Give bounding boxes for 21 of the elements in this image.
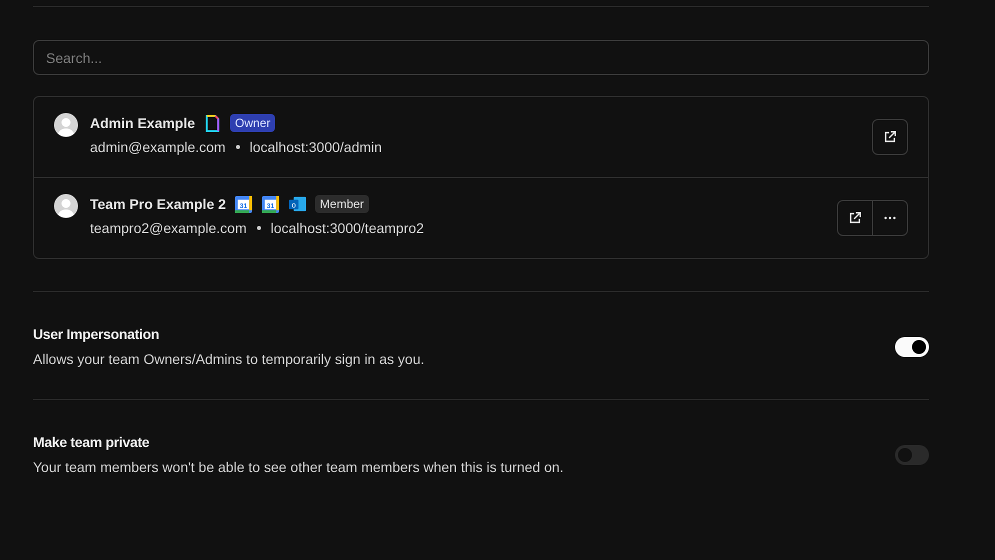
role-badge: Owner: [230, 114, 276, 132]
member-url: localhost:3000/admin: [250, 139, 382, 155]
avatar-icon: [54, 113, 78, 137]
setting-title: Make team private: [33, 434, 150, 450]
toggle-switch[interactable]: [895, 336, 929, 356]
setting-description: Allows your team Owners/Admins to temporarily sign in as you.: [33, 351, 424, 367]
search-field[interactable]: Search...: [33, 40, 929, 75]
open-link-button[interactable]: [872, 119, 908, 155]
external-link-icon: [883, 130, 897, 144]
member-email: admin@example.com: [90, 139, 226, 155]
avatar-icon: [54, 194, 78, 218]
setting-title: User Impersonation: [33, 326, 160, 342]
toggle-switch[interactable]: [895, 444, 929, 464]
setting-description: Your team members won't be able to see other team members when this is turned on.: [33, 459, 564, 475]
member-url: localhost:3000/teampro2: [270, 220, 424, 236]
external-link-icon: [848, 211, 862, 225]
open-link-button[interactable]: [837, 200, 873, 236]
member-name: Team Pro Example 2: [90, 196, 226, 212]
member-name: Admin Example: [90, 115, 196, 131]
member-email: teampro2@example.com: [90, 220, 247, 236]
role-badge: Member: [314, 195, 369, 213]
